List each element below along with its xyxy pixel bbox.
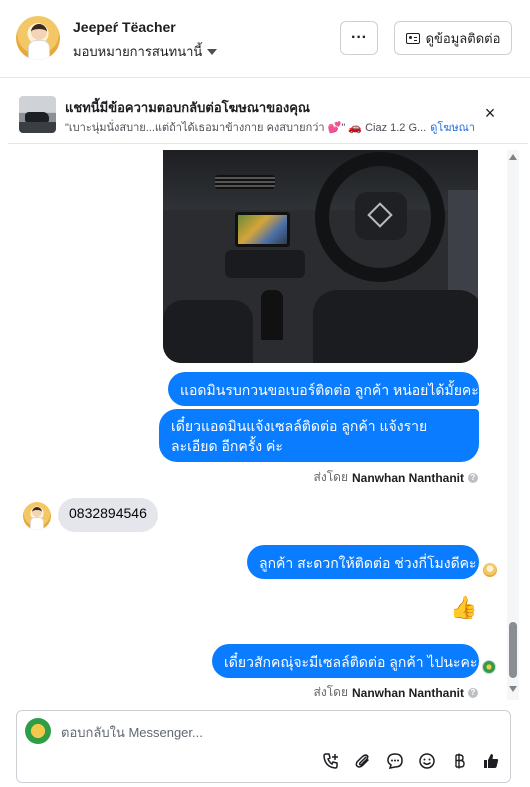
- contact-avatar[interactable]: [16, 16, 60, 60]
- page-avatar: [25, 718, 51, 744]
- ad-banner-description: "เบาะนุ่มนั่งสบาย...แต่ถ้าได้เธอมาข้างกา…: [65, 118, 475, 136]
- seen-avatar-icon: [483, 563, 497, 577]
- outgoing-message[interactable]: ลูกค้า สะดวกให้ติดต่อ ช่วงกี่โมงดีคะ: [247, 545, 479, 579]
- info-icon[interactable]: ?: [468, 687, 478, 698]
- reply-composer: [16, 710, 511, 783]
- scrollbar[interactable]: [507, 150, 519, 700]
- sender-name: Nanwhan Nanthanit: [351, 470, 464, 485]
- contact-card-icon: [405, 32, 420, 44]
- ad-description-text: "เบาะนุ่มนั่งสบาย...แต่ถ้าได้เธอมาข้างกา…: [65, 122, 427, 134]
- ad-reply-banner: แชทนี้มีข้อความตอบกลับต่อโฆษณาของคุณ "เบ…: [8, 86, 528, 144]
- emoji-icon[interactable]: [418, 752, 436, 770]
- like-icon: 👍: [450, 595, 478, 620]
- view-contact-info-label: ดูข้อมูลติดต่อ: [425, 30, 501, 46]
- outgoing-message[interactable]: เดี๋ยวสักคณุ่จะมีเซลล์ติดต่อ ลูกค้า ไปนะ…: [212, 644, 479, 678]
- sent-by-label: ส่งโดย Nanwhan Nanthanit ?: [314, 468, 478, 487]
- message-thread[interactable]: แอดมินรบกวนขอเบอร์ติดต่อ ลูกค้า หน่อยได้…: [0, 150, 522, 700]
- sent-by-label: ส่งโดย Nanwhan Nanthanit ?: [314, 683, 478, 700]
- more-icon: ···: [351, 29, 367, 46]
- contact-avatar-small: [23, 502, 51, 530]
- ad-thumbnail[interactable]: [19, 96, 56, 133]
- view-contact-info-button[interactable]: ดูข้อมูลติดต่อ: [394, 21, 512, 55]
- assign-label: มอบหมายการสนทนานี้: [73, 44, 203, 59]
- add-call-icon[interactable]: [322, 752, 340, 770]
- caret-down-icon: [207, 49, 218, 55]
- attach-icon[interactable]: [354, 752, 372, 770]
- car-interior-photo[interactable]: [163, 150, 478, 363]
- sender-name: Nanwhan Nanthanit: [351, 685, 464, 700]
- info-icon[interactable]: ?: [468, 472, 478, 483]
- saved-reply-icon[interactable]: [386, 752, 404, 770]
- seen-avatar-icon: [482, 660, 496, 674]
- sent-by-prefix: ส่งโดย: [313, 470, 348, 484]
- scrollbar-thumb[interactable]: [509, 622, 517, 678]
- sent-by-prefix: ส่งโดย: [313, 685, 348, 699]
- like-icon[interactable]: [482, 752, 500, 770]
- close-icon[interactable]: ×: [482, 104, 498, 122]
- scroll-down-icon[interactable]: [509, 686, 517, 692]
- composer-toolbar: [322, 752, 500, 770]
- more-options-button[interactable]: ···: [340, 21, 378, 55]
- reply-input[interactable]: [61, 723, 461, 741]
- outgoing-message[interactable]: แอดมินรบกวนขอเบอร์ติดต่อ ลูกค้า หน่อยได้…: [168, 372, 479, 406]
- baht-icon[interactable]: [450, 752, 468, 770]
- outgoing-message[interactable]: เดี๋ยวแอดมินแจ้งเซลล์ติดต่อ ลูกค้า แจ้งร…: [159, 409, 479, 462]
- conversation-header: Jeepeŕ Tëacher มอบหมายการสนทนานี้ ··· ดู…: [0, 0, 530, 78]
- incoming-message[interactable]: 0832894546: [58, 498, 158, 532]
- ad-banner-title: แชทนี้มีข้อความตอบกลับต่อโฆษณาของคุณ: [65, 100, 310, 115]
- view-ad-link[interactable]: ดูโฆษณา: [430, 118, 475, 136]
- assign-conversation-dropdown[interactable]: มอบหมายการสนทนานี้: [73, 41, 218, 62]
- scroll-up-icon[interactable]: [509, 154, 517, 160]
- contact-name[interactable]: Jeepeŕ Tëacher: [73, 19, 176, 35]
